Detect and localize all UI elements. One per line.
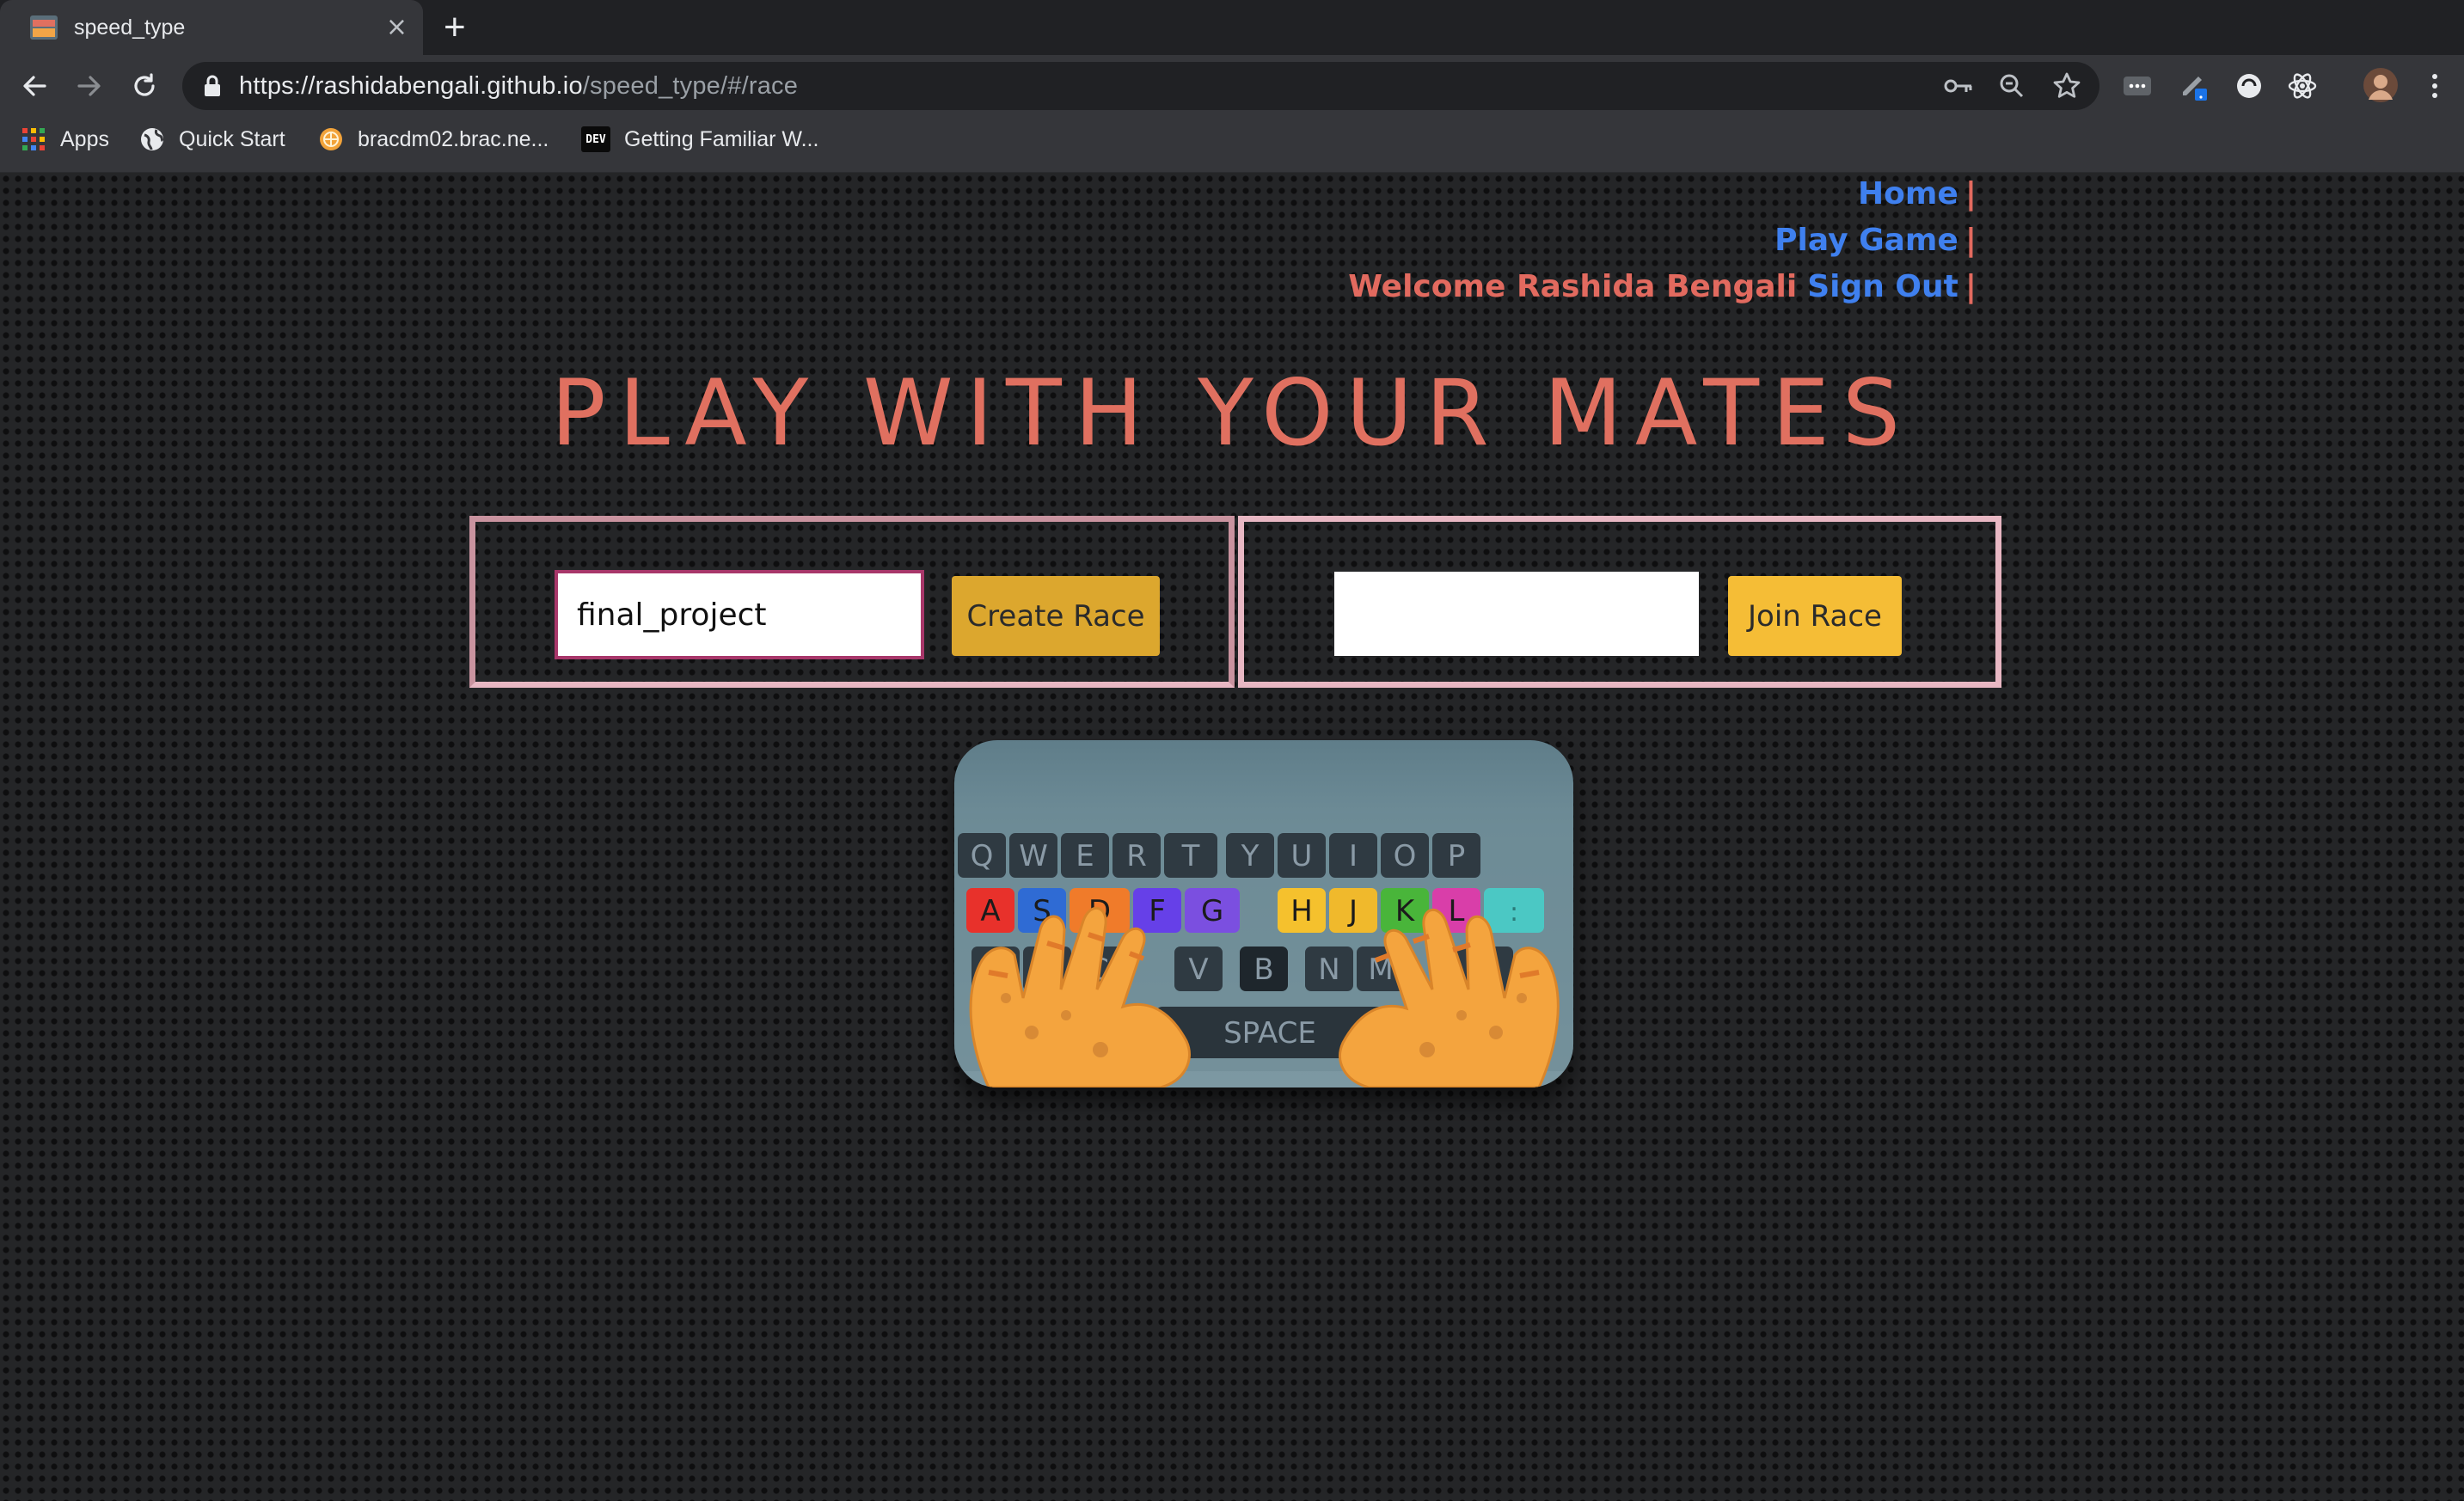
bookmark-apps[interactable]: Apps [21, 117, 109, 162]
key-label: F [1149, 894, 1166, 928]
key-label: K [1395, 894, 1416, 928]
bookmark-label: bracdm02.brac.ne... [358, 126, 549, 151]
bookmark-star-icon[interactable] [2050, 69, 2084, 103]
browser-tab[interactable]: speed_type × [0, 0, 423, 55]
dev-badge-icon: DEV [581, 126, 610, 152]
nav-user-row: Welcome Rashida Bengali Sign Out | [1348, 269, 1977, 304]
browser-toolbar: https://rashidabengali.github.io/speed_t… [0, 55, 2464, 117]
new-tab-button[interactable]: + [444, 7, 466, 48]
back-arrow-icon[interactable] [15, 67, 53, 105]
key-icon[interactable] [1941, 69, 1976, 103]
bookmark-label: Apps [60, 126, 109, 151]
lock-icon[interactable] [203, 74, 222, 101]
extension-menu-icon[interactable] [2120, 69, 2154, 103]
reload-icon[interactable] [126, 67, 163, 105]
key-label: A [980, 894, 1000, 928]
nav-sign-out-link[interactable]: Sign Out [1807, 269, 1958, 304]
create-race-button[interactable]: Create Race [952, 576, 1160, 656]
space-key-label: SPACE [1223, 1016, 1316, 1051]
tab-title: speed_type [74, 15, 186, 40]
nav-separator: | [1964, 223, 1977, 258]
join-race-button[interactable]: Join Race [1728, 576, 1902, 656]
page-title: PLAY WITH YOUR MATES [550, 360, 1914, 466]
key-label: E [1076, 839, 1094, 873]
race-name-input[interactable]: final_project [555, 570, 924, 659]
key-label: P [1448, 839, 1466, 873]
key-label: I [1349, 839, 1358, 873]
key-label: J [1347, 894, 1358, 928]
bookmarks-bar: Apps Quick Start bracdm02.brac.ne... DEV… [0, 117, 2464, 173]
key-label: L [1449, 894, 1465, 928]
welcome-text: Welcome Rashida Bengali [1348, 269, 1798, 304]
more-menu-icon[interactable] [2418, 69, 2452, 103]
key-label: Y [1241, 839, 1260, 873]
page-content: Home | Play Game | Welcome Rashida Bengali… [0, 173, 2464, 1501]
globe-icon [139, 126, 165, 152]
key-label: N [1318, 953, 1339, 987]
nav-home-link[interactable]: Home [1858, 176, 1958, 211]
nav-separator: | [1964, 269, 1977, 304]
pen-extension-icon[interactable] [2177, 69, 2211, 103]
key-label: B [1253, 953, 1273, 987]
tab-favicon-icon [29, 15, 58, 40]
react-devtools-icon[interactable] [2285, 69, 2320, 103]
key-label: Q [971, 839, 994, 873]
circle-extension-icon[interactable] [2232, 69, 2266, 103]
key-label: V [1188, 953, 1208, 987]
nav-home-row: Home | [1858, 176, 1977, 211]
bookmark-label: Quick Start [179, 126, 285, 151]
join-race-panel: Join Race [1238, 516, 2001, 688]
nav-separator: | [1964, 176, 1977, 211]
forward-arrow-icon[interactable] [70, 67, 108, 105]
profile-avatar-icon[interactable] [2361, 65, 2400, 105]
bookmark-quick-start[interactable]: Quick Start [139, 117, 285, 162]
typing-keyboard-illustration: Q W E R T Y U I O P A S D F G H J K L [954, 740, 1573, 1087]
key-label: U [1291, 839, 1313, 873]
browser-tab-bar: speed_type × + [0, 0, 2464, 55]
key-label: W [1019, 839, 1048, 873]
zoom-out-icon[interactable] [1995, 69, 2029, 103]
site-favicon-icon [318, 126, 344, 152]
key-label: R [1126, 839, 1147, 873]
race-code-input[interactable] [1334, 572, 1699, 656]
url-text: https://rashidabengali.github.io/speed_t… [239, 71, 799, 100]
nav-play-row: Play Game | [1774, 223, 1977, 258]
key-label: : [1510, 898, 1518, 928]
key-label: O [1394, 839, 1417, 873]
key-label: T [1181, 839, 1200, 873]
close-tab-icon[interactable]: × [386, 15, 408, 40]
bookmark-label: Getting Familiar W... [624, 126, 819, 151]
bookmark-bracdm[interactable]: bracdm02.brac.ne... [318, 117, 549, 162]
bookmark-getting-familiar[interactable]: DEV Getting Familiar W... [581, 117, 818, 162]
key-label: G [1201, 894, 1223, 928]
nav-play-game-link[interactable]: Play Game [1774, 223, 1958, 258]
apps-grid-icon [21, 126, 46, 152]
create-race-panel: final_project Create Race [469, 516, 1235, 688]
address-bar[interactable]: https://rashidabengali.github.io/speed_t… [182, 62, 2099, 110]
key-label: H [1290, 894, 1313, 928]
